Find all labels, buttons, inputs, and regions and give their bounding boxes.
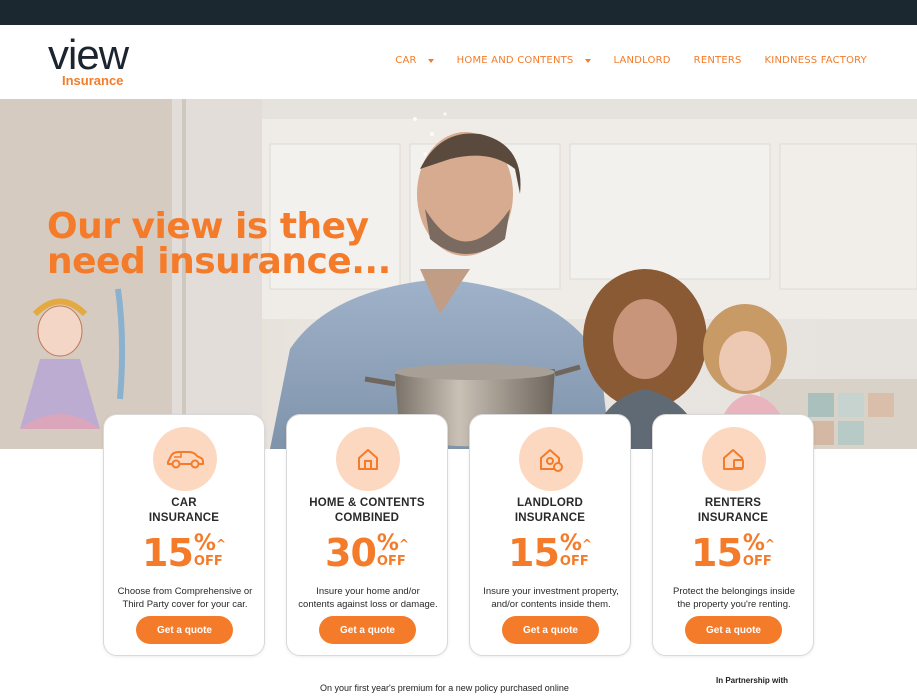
nav-item-kindness-factory[interactable]: KINDNESS FACTORY <box>765 55 867 66</box>
card-desc-line1: Protect the belongings inside <box>673 586 795 597</box>
discount-percent: % <box>193 531 216 556</box>
card-desc-line2: the property you're renting. <box>677 599 791 610</box>
card-description: Protect the belongings inside the proper… <box>657 585 811 611</box>
discount-off: OFF <box>193 554 223 569</box>
landlord-house-icon <box>519 427 583 491</box>
hero-banner: Our view is they need insurance... <box>0 99 917 449</box>
card-landlord-insurance: LANDLORD INSURANCE 15 %^ OFF Insure your… <box>469 414 631 656</box>
card-description: Insure your investment property, and/or … <box>474 585 628 611</box>
nav-item-home-and-contents[interactable]: HOME AND CONTENTS <box>457 55 591 66</box>
main-nav: CAR HOME AND CONTENTS LANDLORD RENTERS K… <box>372 55 867 66</box>
discount-percent: % <box>376 531 399 556</box>
get-quote-button-car[interactable]: Get a quote <box>136 616 233 644</box>
discount-off: OFF <box>742 554 772 569</box>
card-title: LANDLORD INSURANCE <box>470 496 630 526</box>
card-title-line1: CAR <box>171 497 197 509</box>
card-title: CAR INSURANCE <box>104 496 264 526</box>
card-desc-line2: Third Party cover for your car. <box>122 599 248 610</box>
home-icon <box>336 427 400 491</box>
hero-headline: Our view is they need insurance... <box>47 206 467 282</box>
discount-value: 15 <box>142 531 194 575</box>
discount-value: 15 <box>508 531 560 575</box>
discount-off: OFF <box>559 554 589 569</box>
card-title-line2: INSURANCE <box>697 512 769 524</box>
card-description: Choose from Comprehensive or Third Party… <box>108 585 262 611</box>
hero-headline-line1: Our view is they <box>47 206 369 247</box>
nav-item-renters[interactable]: RENTERS <box>694 55 742 66</box>
card-discount: 15 %^ OFF <box>104 531 264 575</box>
nav-label: RENTERS <box>693 55 742 66</box>
card-title-line2: INSURANCE <box>148 512 220 524</box>
get-quote-button-home[interactable]: Get a quote <box>319 616 416 644</box>
nav-item-landlord[interactable]: LANDLORD <box>614 55 671 66</box>
caret-down-icon <box>427 58 434 63</box>
discount-caret: ^ <box>581 537 592 551</box>
card-title: HOME & CONTENTS COMBINED <box>287 496 447 526</box>
card-title-line2: INSURANCE <box>514 512 586 524</box>
discount-value: 30 <box>325 531 377 575</box>
card-desc-line1: Insure your investment property, <box>483 586 619 597</box>
card-renters-insurance: RENTERS INSURANCE 15 %^ OFF Protect the … <box>652 414 814 656</box>
top-bar <box>0 0 917 25</box>
card-desc-line1: Choose from Comprehensive or <box>117 586 253 597</box>
view-insurance-logo[interactable]: view Insurance <box>48 33 148 89</box>
get-quote-button-renters[interactable]: Get a quote <box>685 616 782 644</box>
partnership-label: In Partnership with <box>716 676 789 685</box>
site-header: view Insurance CAR HOME AND CONTENTS LAN… <box>0 25 917 99</box>
renters-house-icon <box>702 427 766 491</box>
car-icon <box>153 427 217 491</box>
card-car-insurance: CAR INSURANCE 15 %^ OFF Choose from Comp… <box>103 414 265 656</box>
discount-caret: ^ <box>215 537 226 551</box>
logo-word: view <box>48 31 129 78</box>
get-quote-button-landlord[interactable]: Get a quote <box>502 616 599 644</box>
discount-percent: % <box>742 531 765 556</box>
nav-label: LANDLORD <box>613 55 671 66</box>
card-discount: 30 %^ OFF <box>287 531 447 575</box>
card-desc-line1: Insure your home and/or <box>316 586 420 597</box>
product-cards: CAR INSURANCE 15 %^ OFF Choose from Comp… <box>103 414 815 656</box>
card-home-contents: HOME & CONTENTS COMBINED 30 %^ OFF Insur… <box>286 414 448 656</box>
card-desc-line2: and/or contents inside them. <box>491 599 611 610</box>
nav-label: CAR <box>395 55 417 66</box>
card-desc-line2: contents against loss or damage. <box>298 599 438 610</box>
caret-down-icon <box>584 58 591 63</box>
card-title-line2: COMBINED <box>334 512 400 524</box>
discount-footnote: On your first year's premium for a new p… <box>320 683 569 693</box>
nav-label: HOME AND CONTENTS <box>456 55 574 66</box>
card-title-line1: RENTERS <box>704 497 762 509</box>
hero-headline-line2: need insurance... <box>47 241 391 282</box>
nav-label: KINDNESS FACTORY <box>764 55 867 66</box>
discount-off: OFF <box>376 554 406 569</box>
nav-item-car[interactable]: CAR <box>395 55 434 66</box>
logo-subtitle: Insurance <box>62 73 124 88</box>
discount-caret: ^ <box>398 537 409 551</box>
discount-value: 15 <box>691 531 743 575</box>
card-title-line1: HOME & CONTENTS <box>309 497 425 509</box>
discount-percent: % <box>559 531 582 556</box>
card-title-line1: LANDLORD <box>516 497 584 509</box>
card-description: Insure your home and/or contents against… <box>291 585 445 611</box>
discount-caret: ^ <box>764 537 775 551</box>
card-discount: 15 %^ OFF <box>470 531 630 575</box>
card-discount: 15 %^ OFF <box>653 531 813 575</box>
card-title: RENTERS INSURANCE <box>653 496 813 526</box>
